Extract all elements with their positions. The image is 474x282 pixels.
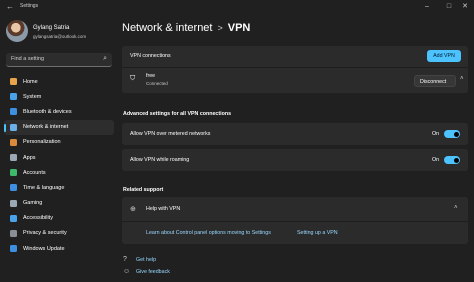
chevron-up-icon[interactable]: ˄ — [460, 76, 464, 82]
vpn-connection-name: free — [146, 73, 156, 79]
brush-icon — [10, 138, 17, 146]
apps-icon — [10, 154, 17, 162]
globe-icon: ⊕ — [130, 206, 136, 213]
sidebar-item-privacy-security[interactable]: Privacy & security — [4, 226, 114, 241]
breadcrumb: Network & internet > VPN — [122, 22, 250, 34]
shield-icon — [10, 229, 17, 237]
sidebar-nav: Home System Bluetooth & devices Network & i… — [4, 74, 114, 256]
sidebar-item-accessibility[interactable]: Accessibility — [4, 211, 114, 226]
sidebar-item-label: Privacy & security — [23, 230, 67, 237]
help-with-vpn-title[interactable]: Help with VPN — [146, 206, 180, 212]
sidebar-item-label: Gaming — [23, 200, 43, 207]
metered-networks-state: On — [432, 131, 440, 137]
sidebar-item-label: Time & language — [23, 184, 65, 191]
feedback-icon: ☺ — [123, 268, 131, 275]
vpn-connections-card: VPN connections Add VPN ⛉ free Connected… — [122, 46, 468, 93]
vpn-shield-icon: ⛉ — [130, 75, 136, 82]
avatar[interactable] — [6, 20, 28, 42]
toggle-knob — [453, 131, 459, 137]
sidebar-item-accounts[interactable]: Accounts — [4, 165, 114, 180]
vpn-connection-status: Connected — [146, 81, 168, 86]
add-vpn-button[interactable]: Add VPN — [427, 50, 461, 62]
help-icon: ? — [123, 256, 127, 263]
monitor-icon — [10, 93, 17, 101]
sidebar-item-label: Personalization — [23, 139, 61, 146]
sidebar-item-label: System — [23, 93, 42, 100]
roaming-state: On — [432, 157, 440, 163]
update-icon — [10, 245, 17, 253]
chevron-up-icon[interactable]: ˄ — [454, 205, 458, 211]
page-title: VPN — [227, 22, 251, 34]
breadcrumb-parent[interactable]: Network & internet — [122, 22, 212, 34]
control-panel-link[interactable]: Learn about Control panel options moving… — [146, 230, 271, 236]
accessibility-icon — [10, 214, 17, 222]
get-help-link[interactable]: Get help — [136, 257, 156, 263]
sidebar-item-label: Windows Update — [23, 245, 65, 252]
sidebar-item-personalization[interactable]: Personalization — [4, 135, 114, 150]
setting-up-vpn-link[interactable]: Setting up a VPN — [297, 230, 338, 236]
vpn-connections-label: VPN connections — [130, 53, 171, 59]
bluetooth-icon — [10, 108, 17, 116]
sidebar-item-home[interactable]: Home — [4, 74, 114, 89]
roaming-toggle[interactable] — [444, 156, 460, 164]
sidebar-item-bluetooth-devices[interactable]: Bluetooth & devices — [4, 104, 114, 119]
roaming-row: Allow VPN while roaming On — [122, 149, 468, 171]
related-support-heading: Related support — [123, 187, 164, 193]
sidebar-item-time-language[interactable]: Time & language — [4, 180, 114, 195]
sidebar-item-label: Home — [23, 78, 38, 85]
give-feedback-link[interactable]: Give feedback — [136, 269, 170, 275]
advanced-settings-heading: Advanced settings for all VPN connection… — [123, 111, 232, 117]
metered-networks-label: Allow VPN over metered networks — [130, 131, 211, 137]
metered-networks-toggle[interactable] — [444, 130, 460, 138]
search-input[interactable] — [11, 56, 101, 62]
close-icon[interactable]: ✕ — [452, 1, 474, 12]
sidebar-item-label: Apps — [23, 154, 36, 161]
title-bar: ← Settings – □ ✕ — [0, 0, 474, 14]
controller-icon — [10, 199, 17, 207]
search-icon[interactable]: ⌕ — [103, 55, 107, 63]
globe-clock-icon — [10, 184, 17, 192]
user-name: Gylang Satria — [33, 25, 70, 31]
sidebar-item-system[interactable]: System — [4, 89, 114, 104]
divider — [122, 221, 468, 222]
roaming-label: Allow VPN while roaming — [130, 157, 190, 163]
metered-networks-row: Allow VPN over metered networks On — [122, 123, 468, 145]
window-title: Settings — [20, 3, 39, 9]
home-icon — [10, 78, 17, 86]
sidebar-item-gaming[interactable]: Gaming — [4, 196, 114, 211]
help-with-vpn-card: ⊕ Help with VPN ˄ Learn about Control pa… — [122, 197, 468, 244]
search-box[interactable]: ⌕ — [6, 53, 112, 67]
back-arrow-icon[interactable]: ← — [6, 2, 14, 11]
sidebar-item-network-internet[interactable]: Network & internet — [4, 119, 114, 135]
sidebar-item-windows-update[interactable]: Windows Update — [4, 241, 114, 256]
disconnect-button[interactable]: Disconnect — [414, 75, 456, 87]
sidebar-item-label: Bluetooth & devices — [23, 108, 72, 115]
sidebar-item-label: Accessibility — [23, 215, 53, 222]
user-email: gylangsatria@outlook.com — [33, 34, 87, 39]
divider — [122, 67, 468, 68]
toggle-knob — [453, 157, 459, 163]
sidebar-item-label: Accounts — [23, 169, 46, 176]
wifi-icon — [10, 123, 17, 131]
sidebar-item-label: Network & internet — [23, 124, 69, 131]
chevron-right-icon: > — [217, 23, 223, 33]
sidebar-item-apps[interactable]: Apps — [4, 150, 114, 165]
person-icon — [10, 169, 17, 177]
